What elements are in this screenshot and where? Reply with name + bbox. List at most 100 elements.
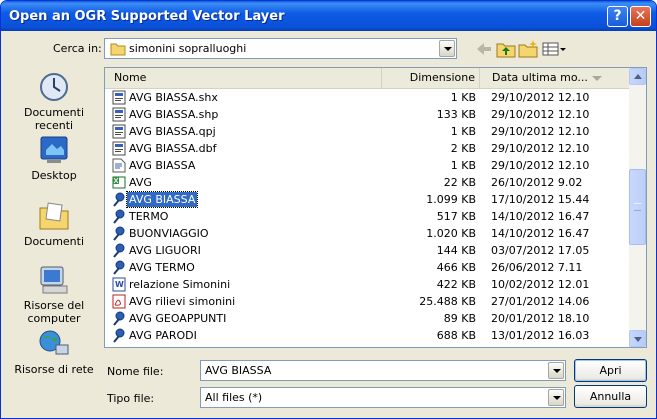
new-folder-icon[interactable] [517, 39, 539, 59]
file-size: 1.099 KB [426, 193, 476, 206]
file-size: 133 KB [436, 108, 476, 121]
file-name: AVG TERMO [129, 261, 195, 274]
file-row[interactable]: AVG BIASSA.shp 133 KB 29/10/2012 12.10 [105, 106, 629, 123]
file-date: 26/10/2012 9.02 [491, 176, 583, 189]
title-bar[interactable]: Open an OGR Supported Vector Layer ? ✕ [1, 1, 656, 31]
file-size: 1 KB [450, 91, 476, 104]
file-size: 1 KB [450, 125, 476, 138]
file-name: AVG rilievi simonini [129, 295, 236, 308]
file-size: 1 KB [450, 159, 476, 172]
file-list[interactable]: Nome Dimensione Data ultima mo... AVG BI… [104, 67, 647, 348]
place-network[interactable]: Risorse di rete [9, 328, 99, 376]
my-computer-icon [40, 266, 68, 294]
scroll-thumb[interactable] [629, 169, 646, 245]
place-label: Risorse del computer [23, 299, 85, 325]
file-date: 29/10/2012 12.10 [491, 108, 590, 121]
file-row[interactable]: AVG BIASSA 1.099 KB 17/10/2012 15.44 [105, 191, 629, 208]
cancel-button[interactable]: Annulla [574, 385, 647, 408]
file-size: 688 KB [436, 329, 476, 342]
file-date: 10/02/2012 12.01 [491, 278, 590, 291]
chevron-down-icon[interactable] [439, 40, 455, 57]
up-folder-icon[interactable] [495, 39, 517, 59]
place-recent-documents[interactable]: Documenti recenti [9, 71, 99, 132]
file-row[interactable]: AVG BIASSA.dbf 2 KB 29/10/2012 12.10 [105, 140, 629, 157]
scroll-down-button[interactable] [629, 330, 646, 347]
kml-file-icon [112, 226, 126, 241]
open-button[interactable]: Apri [574, 359, 647, 382]
kml-file-icon [112, 260, 126, 275]
place-documents[interactable]: Documenti [9, 200, 99, 248]
filetype-dropdown[interactable]: All files (*) [200, 387, 566, 408]
file-size: 517 KB [436, 210, 476, 223]
binary-file-icon [112, 141, 126, 156]
column-header-name[interactable]: Nome [105, 68, 382, 88]
sort-descending-icon [592, 76, 602, 81]
file-row[interactable]: AVG GEOAPPUNTI 89 KB 20/01/2012 18.10 [105, 310, 629, 327]
place-label: Risorse di rete [14, 363, 94, 376]
scroll-grip-icon [634, 203, 641, 211]
filename-value: AVG BIASSA [205, 364, 272, 377]
file-date: 29/10/2012 12.10 [491, 159, 590, 172]
file-row[interactable]: AVG BIASSA 1 KB 29/10/2012 12.10 [105, 157, 629, 174]
file-name: AVG BIASSA.qpj [129, 125, 216, 138]
file-row[interactable]: AVG BIASSA.shx 1 KB 29/10/2012 12.10 [105, 89, 629, 106]
filename-label: Nome file: [107, 365, 164, 378]
chevron-down-icon[interactable] [548, 362, 564, 379]
file-name: TERMO [129, 210, 169, 223]
binary-file-icon [112, 90, 126, 105]
close-button[interactable]: ✕ [630, 6, 651, 27]
open-file-dialog: Open an OGR Supported Vector Layer ? ✕ C… [0, 0, 657, 419]
file-row[interactable]: AVG TERMO 466 KB 26/06/2012 7.11 [105, 259, 629, 276]
file-date: 29/10/2012 12.10 [491, 142, 590, 155]
file-size: 144 KB [436, 244, 476, 257]
file-row[interactable]: AVG LIGUORI 144 KB 03/07/2012 17.05 [105, 242, 629, 259]
column-header-date[interactable]: Data ultima mo... [480, 68, 629, 88]
desktop-icon [40, 136, 68, 163]
file-row[interactable]: AVG rilievi simonini 25.488 KB 27/01/2012 … [105, 293, 629, 310]
pdf-file-icon [112, 294, 126, 309]
file-date: 26/06/2012 7.11 [491, 261, 583, 274]
file-date: 29/10/2012 12.10 [491, 125, 590, 138]
file-size: 89 KB [443, 312, 476, 325]
place-label: Desktop [31, 169, 77, 182]
place-label: Documenti recenti [23, 106, 85, 132]
column-header-size[interactable]: Dimensione [382, 68, 480, 88]
vertical-scrollbar[interactable] [629, 68, 646, 347]
text-file-icon [112, 158, 126, 173]
excel-file-icon [112, 175, 126, 190]
documents-folder-icon [39, 202, 69, 230]
file-name: AVG BIASSA.shp [129, 108, 219, 121]
file-size: 422 KB [436, 278, 476, 291]
file-row[interactable]: TERMO 517 KB 14/10/2012 16.47 [105, 208, 629, 225]
look-in-dropdown[interactable]: simonini sopralluoghi [104, 38, 457, 59]
file-row[interactable]: AVG 22 KB 26/10/2012 9.02 [105, 174, 629, 191]
place-my-computer[interactable]: Risorse del computer [9, 264, 99, 325]
chevron-down-icon[interactable] [548, 389, 564, 406]
back-arrow-icon[interactable] [473, 39, 495, 59]
file-row[interactable]: AVG BIASSA.qpj 1 KB 29/10/2012 12.10 [105, 123, 629, 140]
folder-icon [110, 43, 126, 56]
file-date: 03/07/2012 17.05 [491, 244, 590, 257]
binary-file-icon [112, 107, 126, 122]
file-date: 13/01/2012 16.03 [491, 329, 590, 342]
view-menu-icon[interactable] [541, 39, 567, 59]
file-size: 25.488 KB [419, 295, 476, 308]
file-row[interactable]: Wrelazione Simonini 422 KB 10/02/2012 12.0… [105, 276, 629, 293]
filetype-value: All files (*) [205, 391, 263, 404]
place-desktop[interactable]: Desktop [9, 134, 99, 182]
scroll-up-button[interactable] [629, 68, 646, 85]
help-button[interactable]: ? [607, 6, 628, 27]
filetype-label: Tipo file: [107, 392, 155, 405]
list-header: Nome Dimensione Data ultima mo... [105, 68, 629, 89]
filename-input[interactable]: AVG BIASSA [200, 360, 566, 381]
file-size: 2 KB [450, 142, 476, 155]
file-name: AVG BIASSA.shx [129, 91, 218, 104]
file-date: 17/10/2012 15.44 [491, 193, 590, 206]
file-date: 27/01/2012 14.06 [491, 295, 590, 308]
file-row[interactable]: BUONVIAGGIO 1.020 KB 14/10/2012 16.47 [105, 225, 629, 242]
kml-file-icon [112, 311, 126, 326]
file-row[interactable]: AVG PARODI 688 KB 13/01/2012 16.03 [105, 327, 629, 344]
file-name: AVG BIASSA [125, 191, 199, 208]
file-size: 22 KB [443, 176, 476, 189]
file-name: AVG GEOAPPUNTI [129, 312, 227, 325]
